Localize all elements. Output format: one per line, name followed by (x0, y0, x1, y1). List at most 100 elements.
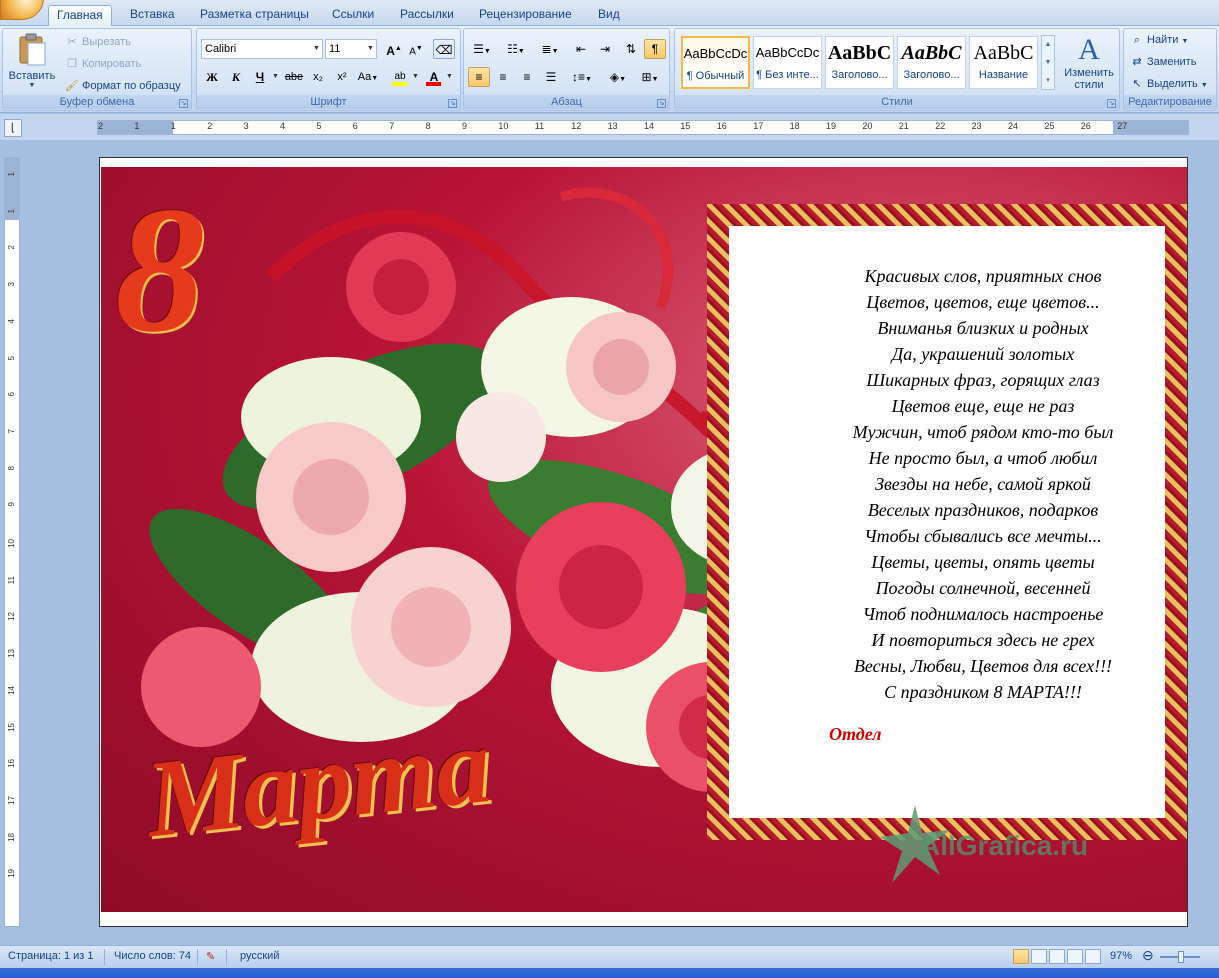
web-layout-view-icon[interactable] (1049, 949, 1065, 964)
select-button[interactable]: ↖ Выделить ▼ (1130, 75, 1207, 93)
tab-references[interactable]: Ссылки (324, 5, 382, 26)
clipboard-launcher-icon[interactable]: ↘ (179, 99, 188, 108)
tab-mailings[interactable]: Рассылки (392, 5, 462, 26)
change-styles-button[interactable]: A Изменить стили (1059, 33, 1119, 91)
bullets-button[interactable]: ☰▼ (468, 39, 496, 59)
language-status[interactable]: русский (240, 950, 279, 962)
poem-line[interactable]: Мужчин, чтоб рядом кто-то был (818, 419, 1148, 445)
sort-button[interactable]: ⇅ (620, 39, 642, 59)
tab-page-layout[interactable]: Разметка страницы (192, 5, 317, 26)
poem-line[interactable]: Веселых праздников, подарков (818, 497, 1148, 523)
spellcheck-icon[interactable]: ✎ (206, 950, 215, 963)
tab-view[interactable]: Вид (590, 5, 628, 26)
signature-text[interactable]: Отдел (829, 724, 881, 745)
style-no-spacing[interactable]: AaBbCcDc ¶ Без инте... (753, 36, 822, 89)
tab-insert[interactable]: Вставка (122, 5, 183, 26)
underline-button[interactable]: Ч (249, 67, 271, 87)
format-painter-button[interactable]: 🖌 Формат по образцу (65, 77, 181, 95)
change-styles-icon: A (1078, 33, 1100, 66)
poem-line[interactable]: Цветы, цветы, опять цветы (818, 549, 1148, 575)
italic-button[interactable]: К (225, 67, 247, 87)
poem-line[interactable]: Не просто был, а чтоб любил (818, 445, 1148, 471)
style-normal[interactable]: AaBbCcDc ¶ Обычный (681, 36, 750, 89)
poem-line[interactable]: Красивых слов, приятных снов (818, 263, 1148, 289)
paste-button[interactable]: Вставить ▼ (7, 33, 57, 89)
align-right-button[interactable]: ≡ (516, 67, 538, 87)
grow-font-button[interactable]: A▲ (383, 39, 405, 59)
poem-line[interactable]: Звезды на небе, самой яркой (818, 471, 1148, 497)
poem-line[interactable]: Чтоб поднималось настроенье (818, 601, 1148, 627)
justify-button[interactable]: ☰ (540, 67, 562, 87)
draft-view-icon[interactable] (1085, 949, 1101, 964)
full-screen-reading-view-icon[interactable] (1031, 949, 1047, 964)
highlight-button[interactable]: ab (389, 67, 411, 87)
borders-button[interactable]: ⊞▼ (636, 67, 664, 87)
style-name: ¶ Без инте... (756, 69, 819, 81)
poem-line[interactable]: Шикарных фраз, горящих глаз (818, 367, 1148, 393)
show-marks-button[interactable]: ¶ (644, 39, 666, 59)
superscript-button[interactable]: x² (331, 67, 353, 87)
numbering-button[interactable]: ☷▼ (502, 39, 530, 59)
styles-launcher-icon[interactable]: ↘ (1107, 99, 1116, 108)
page-count-status[interactable]: Страница: 1 из 1 (8, 950, 94, 962)
outline-view-icon[interactable] (1067, 949, 1083, 964)
strikethrough-button[interactable]: abe (283, 67, 305, 87)
copy-button[interactable]: ❐ Копировать (65, 55, 141, 73)
font-launcher-icon[interactable]: ↘ (448, 99, 457, 108)
poem-line[interactable]: Да, украшений золотых (818, 341, 1148, 367)
cut-button[interactable]: ✂ Вырезать (65, 33, 131, 51)
bold-button[interactable]: Ж (201, 67, 223, 87)
office-button[interactable] (0, 0, 44, 20)
paragraph-group-label: Абзац (464, 95, 669, 109)
clear-format-button[interactable]: ⌫ (433, 39, 455, 59)
word-count-status[interactable]: Число слов: 74 (114, 950, 191, 962)
align-left-button[interactable]: ≡ (468, 67, 490, 87)
font-size-combo[interactable]: 11 ▼ (325, 39, 377, 59)
poem-line[interactable]: Вниманья близких и родных (818, 315, 1148, 341)
paragraph-launcher-icon[interactable]: ↘ (657, 99, 666, 108)
increase-indent-button[interactable]: ⇥ (594, 39, 616, 59)
tab-review[interactable]: Рецензирование (471, 5, 580, 26)
poem-line[interactable]: Цветов, цветов, еще цветов... (818, 289, 1148, 315)
highlight-dropdown-icon[interactable]: ▼ (412, 73, 419, 80)
ruler-tick-label: 27 (1117, 121, 1128, 131)
underline-dropdown-icon[interactable]: ▼ (272, 73, 279, 80)
style-name: Название (978, 69, 1029, 81)
tab-home[interactable]: Главная (48, 5, 112, 26)
tab-stop-selector[interactable]: ⌊ (4, 119, 22, 137)
font-color-dropdown-icon[interactable]: ▼ (446, 73, 453, 80)
status-divider (226, 949, 227, 965)
vertical-ruler[interactable]: 1 1 2 3 4 5 6 7 8 9 10 11 12 13 14 15 16 17 18 19 (4, 157, 20, 927)
style-heading-2[interactable]: AaBbC Заголово... (897, 36, 966, 89)
zoom-out-icon[interactable]: ⊖ (1142, 947, 1154, 964)
poem-line[interactable]: С праздником 8 МАРТА!!! (818, 679, 1148, 705)
styles-gallery-scroll[interactable]: ▲ ▼ ▾ (1041, 35, 1055, 90)
shrink-font-button[interactable]: A▼ (405, 39, 427, 59)
poem-line[interactable]: Погоды солнечной, весенней (818, 575, 1148, 601)
print-layout-view-icon[interactable] (1013, 949, 1029, 964)
zoom-level[interactable]: 97% (1110, 950, 1132, 962)
multilevel-list-button[interactable]: ≣▼ (536, 39, 564, 59)
decrease-indent-button[interactable]: ⇤ (570, 39, 592, 59)
poem-line[interactable]: Весны, Любви, Цветов для всех!!! (818, 653, 1148, 679)
zoom-slider-thumb[interactable] (1178, 951, 1184, 963)
shading-button[interactable]: ◈▼ (604, 67, 632, 87)
subscript-button[interactable]: x₂ (307, 67, 329, 87)
style-title[interactable]: AaBbC Название (969, 36, 1038, 89)
find-button[interactable]: ⌕ Найти ▼ (1130, 31, 1188, 49)
poem-text[interactable]: Красивых слов, приятных снов Цветов, цвет… (818, 263, 1148, 705)
horizontal-ruler[interactable]: 2 1 1 2 3 4 5 6 7 8 9 10 11 12 13 14 15 16 17 18 19 20 21 22 23 2… (97, 120, 1189, 135)
eraser-icon: ⌫ (435, 43, 453, 57)
poem-line[interactable]: Чтобы сбывались все мечты... (818, 523, 1148, 549)
poem-line[interactable]: И повториться здесь не грех (818, 627, 1148, 653)
font-color-button[interactable]: A (423, 67, 445, 87)
font-name-combo[interactable]: Calibri ▼ (201, 39, 323, 59)
align-center-button[interactable]: ≡ (492, 67, 514, 87)
pilcrow-icon: ¶ (651, 42, 659, 56)
change-case-button[interactable]: Aa▼ (355, 67, 381, 87)
poem-line[interactable]: Цветов еще, еще не раз (818, 393, 1148, 419)
replace-button[interactable]: ⇄ Заменить (1130, 53, 1196, 71)
line-spacing-button[interactable]: ↕≡▼ (568, 67, 596, 87)
ruler-tick-label: 20 (862, 121, 873, 131)
style-heading-1[interactable]: AaBbC Заголово... (825, 36, 894, 89)
